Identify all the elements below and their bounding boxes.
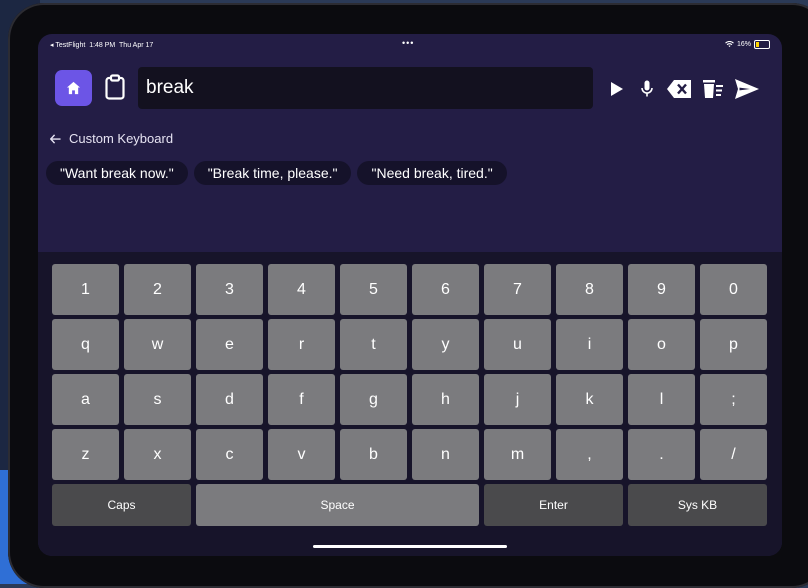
key[interactable]: t <box>340 319 407 370</box>
speak-button[interactable] <box>610 78 624 100</box>
key[interactable]: d <box>196 374 263 425</box>
suggestion-chip[interactable]: "Need break, tired." <box>357 161 507 185</box>
back-app-link[interactable]: ◂ TestFlight <box>50 42 85 49</box>
sys-kb-key[interactable]: Sys KB <box>628 484 767 526</box>
back-label: Custom Keyboard <box>69 131 174 146</box>
battery-icon <box>754 40 770 49</box>
key[interactable]: 0 <box>700 264 767 315</box>
multitask-dots[interactable]: ••• <box>402 38 414 48</box>
key[interactable]: p <box>700 319 767 370</box>
key[interactable]: l <box>628 374 695 425</box>
back-link[interactable]: Custom Keyboard <box>50 131 173 146</box>
home-button[interactable] <box>55 70 92 106</box>
key[interactable]: 7 <box>484 264 551 315</box>
key[interactable]: u <box>484 319 551 370</box>
status-date: Thu Apr 17 <box>119 42 154 49</box>
microphone-button[interactable] <box>640 78 654 100</box>
play-icon <box>611 82 623 96</box>
backspace-button[interactable] <box>666 78 692 100</box>
wifi-icon <box>725 41 734 48</box>
key[interactable]: y <box>412 319 479 370</box>
key[interactable]: 4 <box>268 264 335 315</box>
home-icon <box>66 81 81 95</box>
suggestion-list: "Want break now." "Break time, please." … <box>46 161 507 185</box>
status-right: 16% <box>725 40 770 49</box>
key[interactable]: q <box>52 319 119 370</box>
keyboard: 1 2 3 4 5 6 7 8 9 0 q w e r t y u i o p … <box>38 252 782 556</box>
key[interactable]: 2 <box>124 264 191 315</box>
key[interactable]: n <box>412 429 479 480</box>
suggestion-chip[interactable]: "Break time, please." <box>193 161 352 185</box>
key[interactable]: 3 <box>196 264 263 315</box>
suggestion-chip[interactable]: "Want break now." <box>46 161 188 185</box>
key[interactable]: ; <box>700 374 767 425</box>
key[interactable]: e <box>196 319 263 370</box>
clear-icon <box>703 80 723 98</box>
key[interactable]: w <box>124 319 191 370</box>
key[interactable]: . <box>628 429 695 480</box>
key[interactable]: b <box>340 429 407 480</box>
key[interactable]: c <box>196 429 263 480</box>
key[interactable]: a <box>52 374 119 425</box>
key[interactable]: , <box>556 429 623 480</box>
key[interactable]: r <box>268 319 335 370</box>
text-input[interactable]: break <box>138 67 593 109</box>
enter-key[interactable]: Enter <box>484 484 623 526</box>
clipboard-icon <box>105 74 125 100</box>
key[interactable]: v <box>268 429 335 480</box>
key[interactable]: k <box>556 374 623 425</box>
key[interactable]: s <box>124 374 191 425</box>
key[interactable]: z <box>52 429 119 480</box>
key[interactable]: / <box>700 429 767 480</box>
clipboard-button[interactable] <box>105 74 125 100</box>
send-icon <box>735 79 759 99</box>
arrow-left-icon <box>50 133 61 144</box>
key[interactable]: 5 <box>340 264 407 315</box>
key[interactable]: i <box>556 319 623 370</box>
battery-percent: 16% <box>736 41 751 48</box>
key[interactable]: x <box>124 429 191 480</box>
key[interactable]: 1 <box>52 264 119 315</box>
key[interactable]: 8 <box>556 264 623 315</box>
caps-key[interactable]: Caps <box>52 484 191 526</box>
screen: ◂ TestFlight 1:48 PM Thu Apr 17 ••• 16% … <box>38 34 782 556</box>
key[interactable]: o <box>628 319 695 370</box>
status-bar: ◂ TestFlight 1:48 PM Thu Apr 17 ••• 16% <box>38 34 782 54</box>
key[interactable]: f <box>268 374 335 425</box>
key[interactable]: m <box>484 429 551 480</box>
send-button[interactable] <box>735 78 759 100</box>
key[interactable]: g <box>340 374 407 425</box>
key[interactable]: 6 <box>412 264 479 315</box>
space-key[interactable]: Space <box>196 484 479 526</box>
key[interactable]: 9 <box>628 264 695 315</box>
clear-button[interactable] <box>700 78 724 100</box>
home-indicator[interactable] <box>313 545 507 548</box>
status-time: 1:48 PM <box>89 42 116 49</box>
microphone-icon <box>641 80 653 97</box>
status-left: ◂ TestFlight 1:48 PM Thu Apr 17 <box>50 41 153 49</box>
key[interactable]: h <box>412 374 479 425</box>
backspace-icon <box>666 80 691 98</box>
key[interactable]: j <box>484 374 551 425</box>
